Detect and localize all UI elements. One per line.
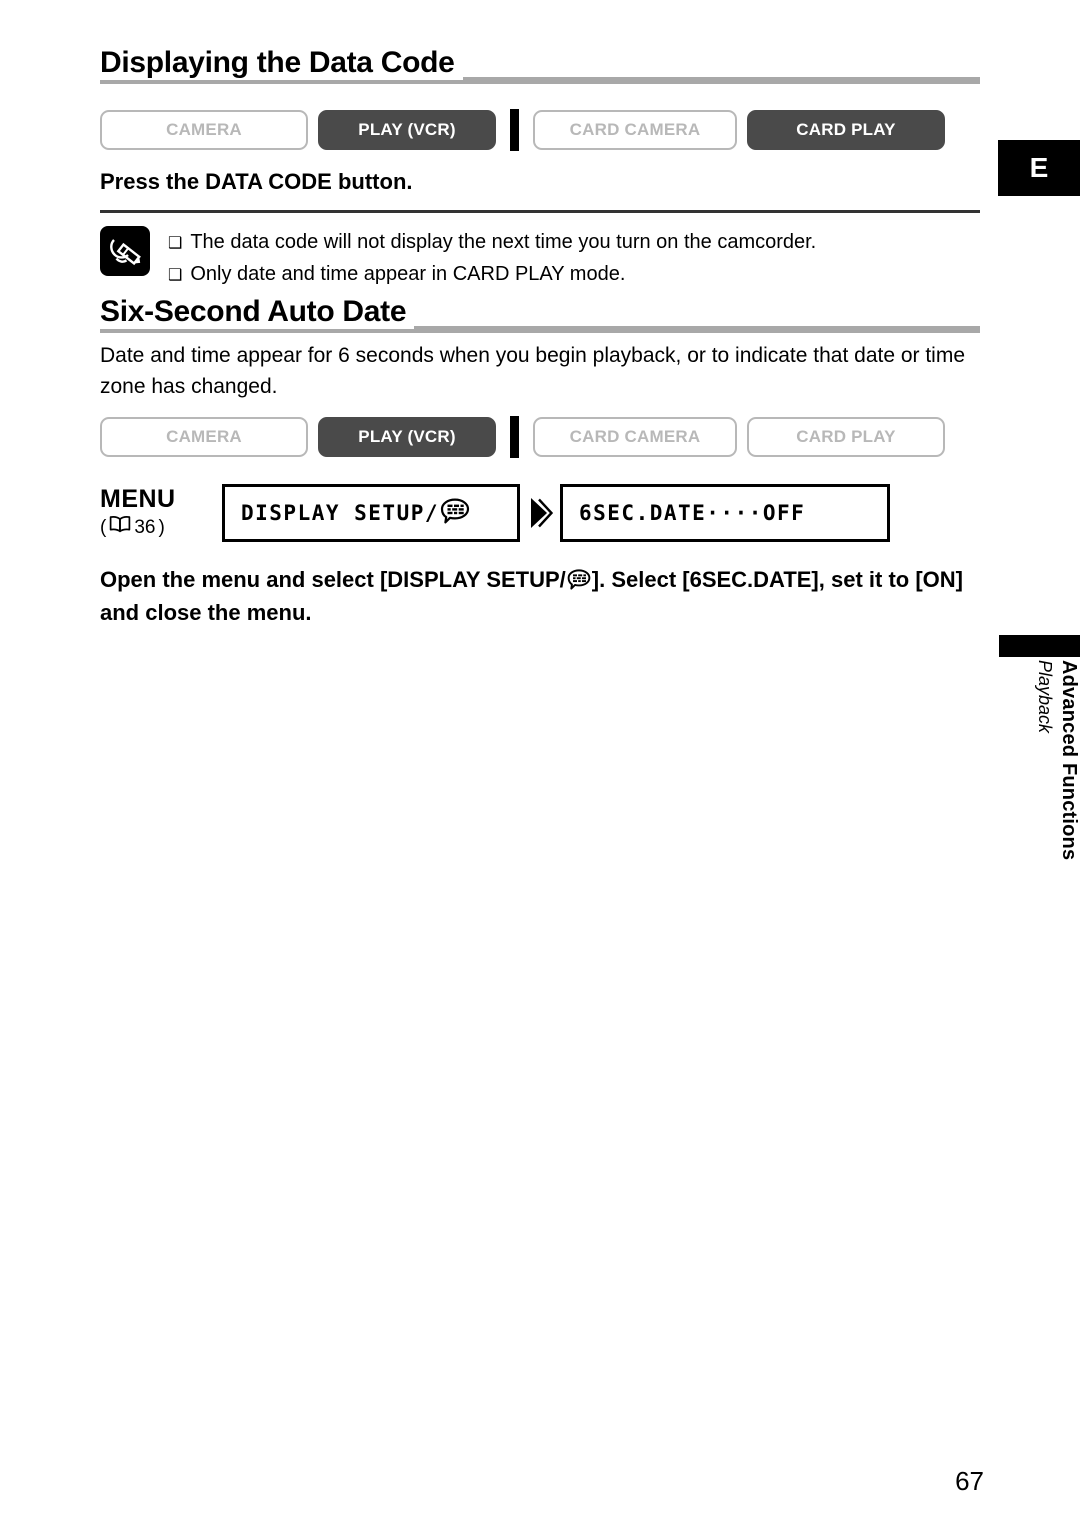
mode-group-separator: [510, 416, 519, 458]
note-text: Only date and time appear in CARD PLAY m…: [190, 263, 626, 285]
right-arrow-icon: [520, 484, 560, 542]
mode-button-play-vcr[interactable]: PLAY (VCR): [318, 417, 496, 457]
mode-button-card-play[interactable]: CARD PLAY: [747, 110, 945, 150]
auto-date-instruction: Open the menu and select [DISPLAY SETUP/…: [100, 565, 984, 628]
note-bullet-icon: ❑: [168, 267, 183, 284]
open-book-icon: [109, 515, 131, 541]
menu-item-label: DISPLAY SETUP/: [241, 501, 440, 525]
note-pencil-icon: [100, 226, 150, 276]
paren-open: (: [100, 517, 107, 538]
menu-label: MENU: [100, 485, 176, 513]
note-item: ❑ The data code will not display the nex…: [168, 227, 980, 259]
mode-button-camera[interactable]: CAMERA: [100, 110, 308, 150]
chapter-title: Advanced Functions: [1058, 660, 1080, 861]
menu-label-group: MENU ( 36 ): [100, 484, 222, 541]
instruction-text-part-1: Open the menu and select [DISPLAY SETUP/: [100, 567, 566, 592]
menu-page-number: 36: [134, 517, 156, 538]
section-heading-data-code: Displaying the Data Code: [100, 46, 980, 86]
menu-item-6sec-date[interactable]: 6SEC.DATE····OFF: [560, 484, 890, 542]
language-tab: E: [998, 140, 1080, 196]
note-text: The data code will not display the next …: [190, 231, 817, 253]
mode-indicator-row-data-code: CAMERA PLAY (VCR) CARD CAMERA CARD PLAY: [100, 108, 980, 152]
note-bullet-icon: ❑: [168, 235, 183, 252]
auto-date-description: Date and time appear for 6 seconds when …: [100, 344, 966, 398]
data-code-instruction: Press the DATA CODE button.: [100, 169, 413, 194]
mode-button-camera[interactable]: CAMERA: [100, 417, 308, 457]
on-screen-display-icon: [567, 568, 591, 598]
notes-block: ❑ The data code will not display the nex…: [100, 210, 980, 291]
menu-page-reference: ( 36 ): [100, 515, 222, 541]
notes-divider: [100, 210, 980, 213]
chapter-side-label: Advanced Functions Playback: [999, 660, 1080, 960]
menu-item-label: 6SEC.DATE····OFF: [579, 501, 806, 525]
mode-button-play-vcr[interactable]: PLAY (VCR): [318, 110, 496, 150]
section-title: Six-Second Auto Date: [100, 295, 415, 329]
mode-button-card-camera[interactable]: CARD CAMERA: [533, 110, 737, 150]
mode-button-card-play[interactable]: CARD PLAY: [747, 417, 945, 457]
section-heading-auto-date: Six-Second Auto Date: [100, 295, 980, 335]
menu-path-row: MENU ( 36 ) DISPLAY SETUP/ 6SEC.DATE····…: [100, 484, 984, 546]
manual-page: Displaying the Data Code CAMERA PLAY (VC…: [0, 0, 1080, 1526]
menu-item-display-setup[interactable]: DISPLAY SETUP/: [222, 484, 520, 542]
chapter-subtitle: Playback: [1035, 660, 1055, 734]
paren-close: ): [158, 517, 165, 538]
notes-list: ❑ The data code will not display the nex…: [168, 226, 980, 291]
page-title: Displaying the Data Code: [100, 46, 463, 80]
note-item: ❑ Only date and time appear in CARD PLAY…: [168, 259, 980, 291]
page-number: 67: [955, 1466, 984, 1496]
chapter-marker-bar: [999, 635, 1080, 657]
on-screen-display-icon: [440, 498, 470, 529]
mode-button-card-camera[interactable]: CARD CAMERA: [533, 417, 737, 457]
mode-indicator-row-auto-date: CAMERA PLAY (VCR) CARD CAMERA CARD PLAY: [100, 415, 980, 459]
mode-group-separator: [510, 109, 519, 151]
